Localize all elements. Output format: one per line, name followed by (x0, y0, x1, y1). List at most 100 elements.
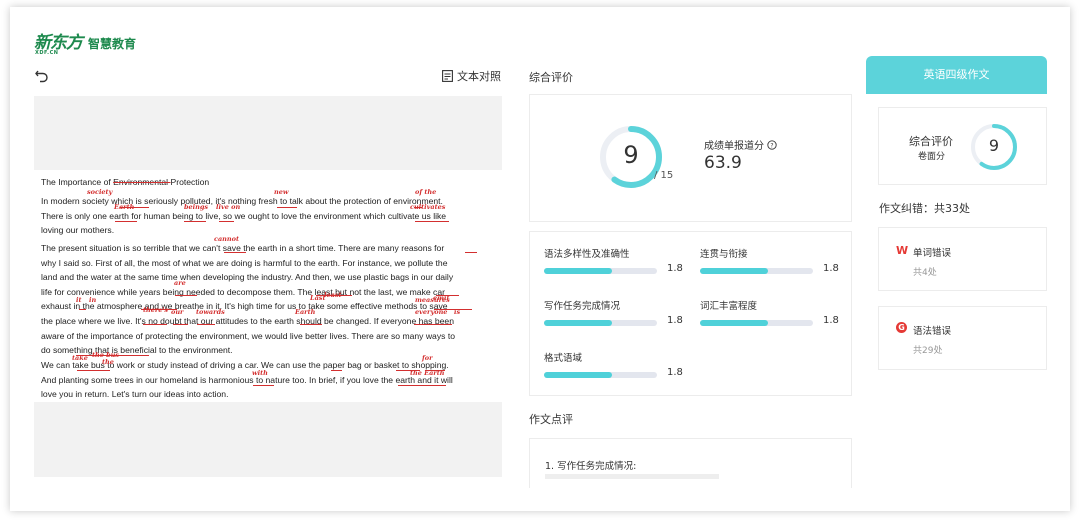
score-value: 9 (623, 141, 639, 169)
metric-value: 1.8 (667, 263, 683, 274)
struck-word: Environmental (113, 177, 171, 187)
correction-annotation[interactable]: society (87, 188, 112, 196)
overall-score-card: 9 / 15 成绩单报道分 ? 63.9 (529, 94, 852, 222)
error-underline (465, 252, 477, 253)
essay-placeholder-top (34, 96, 502, 170)
correction-annotation[interactable]: for (422, 354, 433, 362)
metric-value: 1.8 (667, 367, 683, 378)
word-error-card[interactable]: W 单词错误 共4处 (878, 227, 1047, 291)
metric-progress-bar (700, 268, 813, 274)
error-underline (398, 385, 446, 386)
correction-annotation[interactable]: measures (415, 296, 450, 304)
correction-annotation[interactable]: live on (216, 203, 240, 211)
errors-title: 作文纠错：共33处 (879, 202, 970, 215)
error-underline (414, 207, 422, 208)
undo-icon[interactable] (34, 67, 50, 83)
error-underline (425, 370, 445, 371)
correction-annotation[interactable]: with (252, 369, 268, 377)
error-underline (141, 309, 177, 310)
metric-progress-fill (544, 372, 612, 378)
comment-section-title: 作文点评 (529, 413, 573, 426)
error-underline (316, 295, 352, 296)
tab-cet4-essay[interactable]: 英语四级作文 (866, 56, 1047, 94)
correction-annotation[interactable]: beings (184, 203, 208, 211)
metric-value: 1.8 (667, 315, 683, 326)
correction-annotation[interactable]: Earth (295, 308, 315, 316)
metric-progress-fill (700, 320, 768, 326)
text-compare-button[interactable]: 文本对照 (442, 68, 501, 84)
metric-progress-bar (544, 268, 657, 274)
metric-progress-fill (700, 268, 768, 274)
essay-line: loving our mothers. (41, 225, 115, 236)
error-underline (219, 221, 234, 222)
essay-line: In modern society which is seriously pol… (41, 196, 443, 206)
logo-subtext: XDF.CN (35, 50, 59, 56)
metric-label: 格式语域 (544, 353, 583, 364)
error-underline (96, 370, 110, 371)
essay-line: There is only one earth for human being … (41, 210, 447, 221)
title-segment: The Importance of (41, 177, 114, 187)
report-score-label-row: 成绩单报道分 ? (704, 137, 777, 152)
brand-name: 智慧教育 (88, 37, 137, 51)
essay-line: aware of the importance of protecting th… (41, 330, 455, 341)
title-segment: Protection (170, 177, 210, 187)
word-error-count: 共4处 (913, 268, 937, 278)
correction-annotation[interactable]: it (76, 296, 81, 304)
essay-line: the place where we live. It's no doubt t… (41, 316, 454, 326)
metric-progress-fill (544, 268, 612, 274)
error-underline (184, 221, 206, 222)
essay-placeholder-bottom (34, 402, 502, 477)
correction-annotation[interactable]: of the (415, 188, 436, 196)
side-summary-label: 综合评价 (909, 135, 953, 148)
side-score-value: 9 (988, 136, 1000, 155)
comment-card: 1. 写作任务完成情况: (529, 438, 852, 488)
error-underline (414, 324, 452, 325)
metric-progress-bar (544, 372, 657, 378)
error-underline (434, 309, 472, 310)
correction-annotation[interactable]: towards (196, 308, 225, 316)
metric-label: 连贯与衔接 (700, 249, 748, 260)
metric-progress-bar (544, 320, 657, 326)
grammar-error-count: 共29处 (913, 346, 943, 356)
error-underline (396, 370, 420, 371)
side-summary-sub: 卷面分 (918, 152, 946, 162)
report-score-label: 成绩单报道分 (704, 141, 764, 152)
correction-annotation[interactable]: there's (143, 306, 168, 314)
correction-annotation[interactable]: new (274, 188, 288, 196)
error-underline (173, 324, 188, 325)
metric-value: 1.8 (823, 315, 839, 326)
error-underline (415, 221, 449, 222)
correction-annotation[interactable]: the (102, 358, 114, 366)
side-summary-card: 综合评价 卷面分 9 (878, 107, 1047, 185)
word-error-icon: W (896, 244, 909, 257)
error-underline (300, 324, 322, 325)
grammar-error-card[interactable]: G 语法错误 共29处 (878, 306, 1047, 370)
metric-label: 写作任务完成情况 (544, 301, 621, 312)
error-underline (436, 295, 459, 296)
metrics-card: 语法多样性及准确性 1.8 连贯与衔接 1.8 写作任务完成情况 1.8 词汇丰富程度 1.8… (529, 231, 852, 396)
error-underline (115, 221, 137, 222)
error-underline (175, 295, 197, 296)
text-compare-label: 文本对照 (457, 70, 501, 83)
document-icon (442, 70, 453, 82)
error-underline (197, 324, 215, 325)
help-icon[interactable]: ? (767, 139, 777, 150)
essay-line: love you in return. Let's turn our ideas… (41, 389, 229, 400)
error-underline (143, 324, 167, 325)
correction-annotation[interactable]: are (174, 279, 186, 287)
error-underline (79, 309, 86, 310)
report-score-value: 63.9 (704, 153, 742, 173)
error-underline (76, 355, 149, 356)
comment-text-faded (545, 474, 835, 479)
correction-annotation[interactable]: in (89, 296, 96, 304)
correction-annotation[interactable]: cannot (214, 235, 239, 243)
score-total: / 15 (654, 170, 674, 181)
metric-value: 1.8 (823, 263, 839, 274)
error-underline (224, 252, 246, 253)
essay-line: land and the water at the same time when… (41, 272, 454, 283)
svg-text:?: ? (770, 142, 773, 149)
word-error-title: 单词错误 (913, 248, 952, 259)
overall-section-title: 综合评价 (529, 71, 573, 84)
error-underline (277, 207, 297, 208)
grammar-error-title: 语法错误 (913, 326, 952, 337)
